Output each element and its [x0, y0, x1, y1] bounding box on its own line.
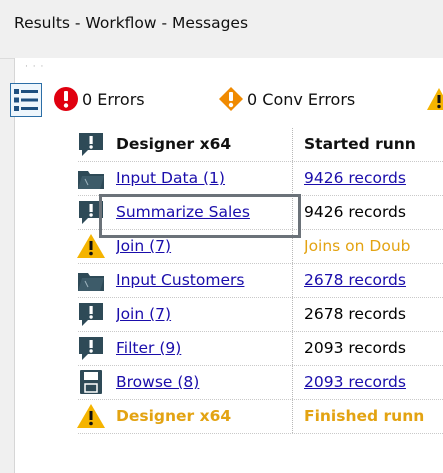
window-title: Results - Workflow - Messages	[14, 14, 249, 32]
row-tool-name[interactable]: Browse (8)	[116, 366, 293, 399]
row-tool-name[interactable]: Join (7)	[116, 298, 293, 331]
conv-errors-filter[interactable]: 0 Conv Errors	[218, 85, 355, 113]
table-row[interactable]: Join (7) 2678 records	[78, 298, 443, 332]
table-row[interactable]: Input Customers 2678 records	[78, 264, 443, 298]
input-data-icon	[78, 171, 104, 189]
row-tool-name[interactable]: Filter (9)	[116, 332, 293, 365]
save-icon	[80, 370, 102, 394]
info-message-icon	[79, 337, 103, 360]
row-message: Finished runn	[304, 407, 425, 425]
table-row[interactable]: Filter (9) 2093 records	[78, 332, 443, 366]
error-icon	[54, 87, 78, 111]
row-tool-name[interactable]: Input Customers	[116, 264, 293, 297]
errors-filter[interactable]: 0 Errors	[53, 85, 145, 113]
input-data-icon	[78, 273, 104, 291]
info-message-icon	[79, 303, 103, 326]
row-message: 2678 records	[304, 305, 406, 323]
row-message: 9426 records	[304, 203, 406, 221]
messages-table: Designer x64 Started runn Input Data (1)…	[77, 128, 443, 434]
list-view-icon[interactable]	[10, 83, 42, 117]
grip-handle[interactable]: · · ·	[25, 63, 47, 72]
column-header-tool[interactable]: Designer x64	[116, 128, 293, 161]
column-header-message[interactable]: Started runn	[304, 128, 443, 161]
row-tool-name: Designer x64	[116, 400, 293, 433]
conv-error-icon	[219, 87, 243, 111]
row-message[interactable]: 9426 records	[304, 162, 443, 195]
info-message-icon	[79, 133, 103, 156]
row-message: 2093 records	[304, 339, 406, 357]
row-message: Joins on Doub	[304, 237, 411, 255]
row-message[interactable]: 2678 records	[304, 264, 443, 297]
table-row[interactable]: Browse (8) 2093 records	[78, 366, 443, 400]
table-row[interactable]: Designer x64 Finished runn	[77, 400, 443, 434]
errors-label: 0 Errors	[82, 89, 145, 109]
title-bar: Results - Workflow - Messages	[0, 0, 443, 59]
table-header-row: Designer x64 Started runn	[78, 128, 443, 162]
conv-errors-label: 0 Conv Errors	[247, 89, 356, 109]
warning-icon	[77, 404, 105, 428]
table-row[interactable]: Input Data (1) 9426 records	[78, 162, 443, 196]
warnings-filter[interactable]	[426, 85, 443, 113]
row-tool-name[interactable]: Input Data (1)	[116, 162, 293, 195]
selection-highlight	[99, 194, 301, 238]
warning-icon	[427, 88, 443, 110]
row-message[interactable]: 2093 records	[304, 366, 443, 399]
